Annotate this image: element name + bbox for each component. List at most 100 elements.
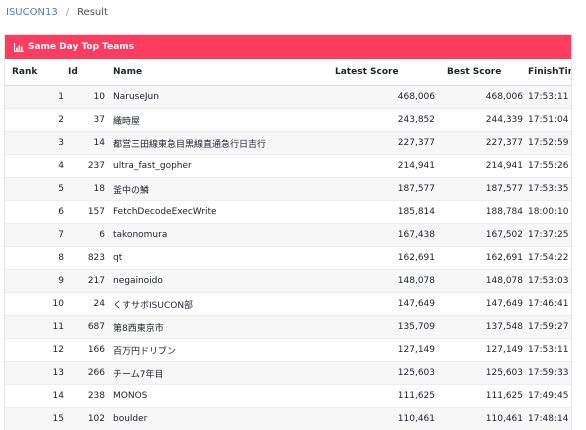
best-score-cell: 148,078 xyxy=(435,270,523,293)
finish-time-cell: 17:53:11 xyxy=(523,339,572,362)
id-cell: 18 xyxy=(64,178,106,201)
best-score-cell: 188,784 xyxy=(435,201,523,224)
column-header-best-score: Best Score xyxy=(435,59,523,86)
best-score-cell: 227,377 xyxy=(435,132,523,155)
latest-score-cell: 127,149 xyxy=(335,339,435,362)
rank-cell: 15 xyxy=(5,408,64,430)
same-day-top-teams-card: Same Day Top Teams Rank Id Name Latest S… xyxy=(4,34,572,430)
id-cell: 24 xyxy=(64,293,106,316)
rank-cell: 12 xyxy=(5,339,64,362)
name-cell: チーム7年目 xyxy=(106,362,335,385)
breadcrumb-separator: / xyxy=(66,6,69,20)
table-header-row: Rank Id Name Latest Score Best Score Fin… xyxy=(5,59,572,86)
table-row: 9217negainoido148,078148,07817:53:03 xyxy=(5,270,572,293)
best-score-cell: 468,006 xyxy=(435,86,523,109)
column-header-finish-time: FinishTime xyxy=(523,59,572,86)
name-cell: 織時屋 xyxy=(106,109,335,132)
latest-score-cell: 162,691 xyxy=(335,247,435,270)
latest-score-cell: 147,649 xyxy=(335,293,435,316)
id-cell: 238 xyxy=(64,385,106,408)
id-cell: 266 xyxy=(64,362,106,385)
table-row: 237織時屋243,852244,33917:51:04 xyxy=(5,109,572,132)
name-cell: くすサボISUCON部 xyxy=(106,293,335,316)
finish-time-cell: 17:59:27 xyxy=(523,316,572,339)
rank-cell: 9 xyxy=(5,270,64,293)
best-score-cell: 167,502 xyxy=(435,224,523,247)
latest-score-cell: 110,461 xyxy=(335,408,435,430)
id-cell: 687 xyxy=(64,316,106,339)
rank-cell: 14 xyxy=(5,385,64,408)
id-cell: 157 xyxy=(64,201,106,224)
name-cell: 第8西東京市 xyxy=(106,316,335,339)
id-cell: 10 xyxy=(64,86,106,109)
id-cell: 217 xyxy=(64,270,106,293)
finish-time-cell: 17:53:35 xyxy=(523,178,572,201)
table-row: 110NaruseJun468,006468,00617:53:11 xyxy=(5,86,572,109)
column-header-name: Name xyxy=(106,59,335,86)
column-header-rank: Rank xyxy=(5,59,64,86)
best-score-cell: 162,691 xyxy=(435,247,523,270)
card-header: Same Day Top Teams xyxy=(5,35,571,59)
latest-score-cell: 227,377 xyxy=(335,132,435,155)
best-score-cell: 214,941 xyxy=(435,155,523,178)
rank-cell: 13 xyxy=(5,362,64,385)
finish-time-cell: 17:51:04 xyxy=(523,109,572,132)
finish-time-cell: 17:55:26 xyxy=(523,155,572,178)
table-row: 6157FetchDecodeExecWrite185,814188,78418… xyxy=(5,201,572,224)
best-score-cell: 244,339 xyxy=(435,109,523,132)
rank-cell: 1 xyxy=(5,86,64,109)
finish-time-cell: 17:37:25 xyxy=(523,224,572,247)
table-row: 11687第8西東京市135,709137,54817:59:27 xyxy=(5,316,572,339)
table-row: 14238MONOS111,625111,62517:49:45 xyxy=(5,385,572,408)
latest-score-cell: 167,438 xyxy=(335,224,435,247)
table-row: 518釜中の鱗187,577187,57717:53:35 xyxy=(5,178,572,201)
table-row: 8823qt162,691162,69117:54:22 xyxy=(5,247,572,270)
table-row: 314都営三田線東急目黒線直通急行日吉行227,377227,37717:52:… xyxy=(5,132,572,155)
id-cell: 823 xyxy=(64,247,106,270)
best-score-cell: 147,649 xyxy=(435,293,523,316)
finish-time-cell: 18:00:10 xyxy=(523,201,572,224)
latest-score-cell: 111,625 xyxy=(335,385,435,408)
finish-time-cell: 17:54:22 xyxy=(523,247,572,270)
table-row: 13266チーム7年目125,603125,60317:59:33 xyxy=(5,362,572,385)
rank-cell: 10 xyxy=(5,293,64,316)
latest-score-cell: 243,852 xyxy=(335,109,435,132)
latest-score-cell: 125,603 xyxy=(335,362,435,385)
finish-time-cell: 17:48:14 xyxy=(523,408,572,430)
id-cell: 237 xyxy=(64,155,106,178)
table-row: 76takonomura167,438167,50217:37:25 xyxy=(5,224,572,247)
rank-cell: 5 xyxy=(5,178,64,201)
rank-cell: 7 xyxy=(5,224,64,247)
id-cell: 6 xyxy=(64,224,106,247)
name-cell: NaruseJun xyxy=(106,86,335,109)
id-cell: 37 xyxy=(64,109,106,132)
name-cell: 百万円ドリブン xyxy=(106,339,335,362)
name-cell: 釜中の鱗 xyxy=(106,178,335,201)
rank-cell: 4 xyxy=(5,155,64,178)
best-score-cell: 137,548 xyxy=(435,316,523,339)
teams-table: Rank Id Name Latest Score Best Score Fin… xyxy=(5,59,572,430)
id-cell: 14 xyxy=(64,132,106,155)
rank-cell: 3 xyxy=(5,132,64,155)
name-cell: FetchDecodeExecWrite xyxy=(106,201,335,224)
finish-time-cell: 17:53:11 xyxy=(523,86,572,109)
latest-score-cell: 214,941 xyxy=(335,155,435,178)
finish-time-cell: 17:52:59 xyxy=(523,132,572,155)
column-header-id: Id xyxy=(64,59,106,86)
name-cell: boulder xyxy=(106,408,335,430)
id-cell: 166 xyxy=(64,339,106,362)
id-cell: 102 xyxy=(64,408,106,430)
name-cell: ultra_fast_gopher xyxy=(106,155,335,178)
best-score-cell: 187,577 xyxy=(435,178,523,201)
breadcrumb-home-link[interactable]: ISUCON13 xyxy=(6,6,58,20)
latest-score-cell: 148,078 xyxy=(335,270,435,293)
best-score-cell: 125,603 xyxy=(435,362,523,385)
best-score-cell: 111,625 xyxy=(435,385,523,408)
latest-score-cell: 468,006 xyxy=(335,86,435,109)
best-score-cell: 110,461 xyxy=(435,408,523,430)
latest-score-cell: 187,577 xyxy=(335,178,435,201)
table-row: 15102boulder110,461110,46117:48:14 xyxy=(5,408,572,430)
table-row: 12166百万円ドリブン127,149127,14917:53:11 xyxy=(5,339,572,362)
rank-cell: 8 xyxy=(5,247,64,270)
best-score-cell: 127,149 xyxy=(435,339,523,362)
